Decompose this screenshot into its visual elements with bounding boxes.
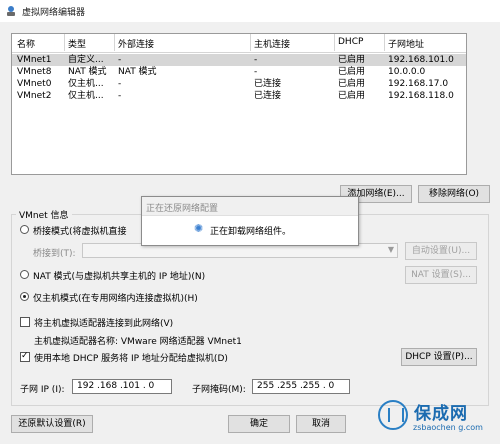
table-cell: 10.0.0.0	[388, 67, 426, 77]
bridged-mode-radio[interactable]	[20, 225, 29, 234]
use-dhcp-label: 使用本地 DHCP 服务将 IP 地址分配给虚拟机(D)	[34, 354, 228, 364]
table-cell: 自定义...	[68, 55, 104, 65]
subnet-ip-input[interactable]: 192 .168 .101 . 0	[72, 379, 172, 394]
col-header-type[interactable]: 类型	[68, 37, 86, 50]
dialog-title: 正在还原网络配置	[146, 204, 219, 214]
table-header: 名称 类型 外部连接 主机连接 DHCP 子网地址	[12, 34, 466, 53]
col-header-name[interactable]: 名称	[17, 37, 35, 50]
table-cell: 已启用	[338, 79, 366, 89]
nat-mode-label: NAT 模式(与虚拟机共享主机的 IP 地址)(N)	[33, 272, 206, 282]
table-cell: -	[118, 55, 122, 65]
nat-mode-radio[interactable]	[20, 270, 29, 279]
table-cell: 已连接	[254, 79, 282, 89]
table-cell: 已启用	[338, 91, 366, 101]
column-divider[interactable]	[114, 34, 115, 51]
bridged-to-label: 桥接到(T):	[33, 249, 76, 259]
restore-progress-dialog: 正在还原网络配置 ✺ 正在卸载网络组件。	[141, 196, 359, 246]
network-table[interactable]: 名称 类型 外部连接 主机连接 DHCP 子网地址 VMnet1 自定义... …	[11, 33, 467, 175]
table-cell: VMnet0	[17, 79, 52, 89]
table-cell: 192.168.118.0	[388, 91, 454, 101]
table-cell: -	[254, 55, 258, 65]
col-header-host[interactable]: 主机连接	[254, 37, 290, 50]
table-cell: 仅主机...	[68, 79, 104, 89]
table-cell: 仅主机...	[68, 91, 104, 101]
table-row[interactable]: VMnet0 仅主机... - 已连接 已启用 192.168.17.0	[12, 78, 466, 90]
table-cell: NAT 模式	[118, 67, 157, 77]
watermark-logo-icon	[378, 400, 408, 430]
table-cell: VMnet2	[17, 91, 52, 101]
bridged-mode-label: 桥接模式(将虚拟机直接	[33, 227, 127, 237]
subnet-mask-label: 子网掩码(M):	[192, 385, 246, 395]
host-only-mode-radio[interactable]	[20, 292, 29, 301]
connect-host-adapter-label: 将主机虚拟适配器连接到此网络(V)	[34, 319, 174, 329]
host-only-mode-label: 仅主机模式(在专用网络内连接虚拟机)(H)	[33, 294, 198, 304]
table-cell: 192.168.17.0	[388, 79, 449, 89]
host-adapter-name-label: 主机虚拟适配器名称: VMware 网络适配器 VMnet1	[34, 337, 242, 347]
nat-settings-button[interactable]: NAT 设置(S)...	[405, 266, 477, 284]
table-cell: -	[118, 79, 122, 89]
table-row[interactable]: VMnet2 仅主机... - 已连接 已启用 192.168.118.0	[12, 90, 466, 102]
table-cell: -	[118, 91, 122, 101]
window-title: 虚拟网络编辑器	[22, 8, 86, 18]
dialog-message: 正在卸载网络组件。	[210, 227, 292, 237]
loading-spinner-icon: ✺	[194, 222, 204, 235]
column-divider[interactable]	[334, 34, 335, 51]
ok-button[interactable]: 确定	[228, 415, 290, 433]
column-divider[interactable]	[384, 34, 385, 51]
table-row[interactable]: VMnet8 NAT 模式 NAT 模式 - 已启用 10.0.0.0	[12, 66, 466, 78]
column-divider[interactable]	[64, 34, 65, 51]
vmnet-info-group-label: VMnet 信息	[16, 208, 72, 221]
chevron-down-icon: ▼	[387, 245, 394, 254]
remove-network-button[interactable]: 移除网络(O)	[418, 185, 490, 203]
table-cell: -	[254, 67, 258, 77]
table-cell: 已启用	[338, 55, 366, 65]
vmware-network-icon	[7, 6, 15, 16]
subnet-ip-label: 子网 IP (I):	[20, 385, 65, 395]
col-header-dhcp[interactable]: DHCP	[338, 37, 363, 47]
title-bar: 虚拟网络编辑器	[0, 0, 500, 22]
watermark-url: zsbaochen g.com	[413, 423, 483, 432]
table-cell: 已连接	[254, 91, 282, 101]
use-dhcp-checkbox[interactable]	[20, 351, 30, 362]
table-cell: NAT 模式	[68, 67, 107, 77]
col-header-subnet[interactable]: 子网地址	[388, 37, 424, 50]
table-cell: 192.168.101.0	[388, 55, 454, 65]
dhcp-settings-button[interactable]: DHCP 设置(P)...	[401, 348, 477, 366]
col-header-external[interactable]: 外部连接	[118, 37, 154, 50]
watermark-brand: 保成网	[414, 404, 468, 424]
subnet-mask-input[interactable]: 255 .255 .255 . 0	[252, 379, 350, 394]
restore-defaults-button[interactable]: 还原默认设置(R)	[11, 415, 93, 433]
table-cell: VMnet8	[17, 67, 52, 77]
connect-host-adapter-checkbox[interactable]	[20, 317, 30, 327]
table-cell: VMnet1	[17, 55, 52, 65]
cancel-button[interactable]: 取消	[296, 415, 346, 433]
auto-settings-button[interactable]: 自动设置(U)...	[405, 242, 477, 260]
table-cell: 已启用	[338, 67, 366, 77]
table-row[interactable]: VMnet1 自定义... - - 已启用 192.168.101.0	[12, 54, 466, 66]
column-divider[interactable]	[250, 34, 251, 51]
